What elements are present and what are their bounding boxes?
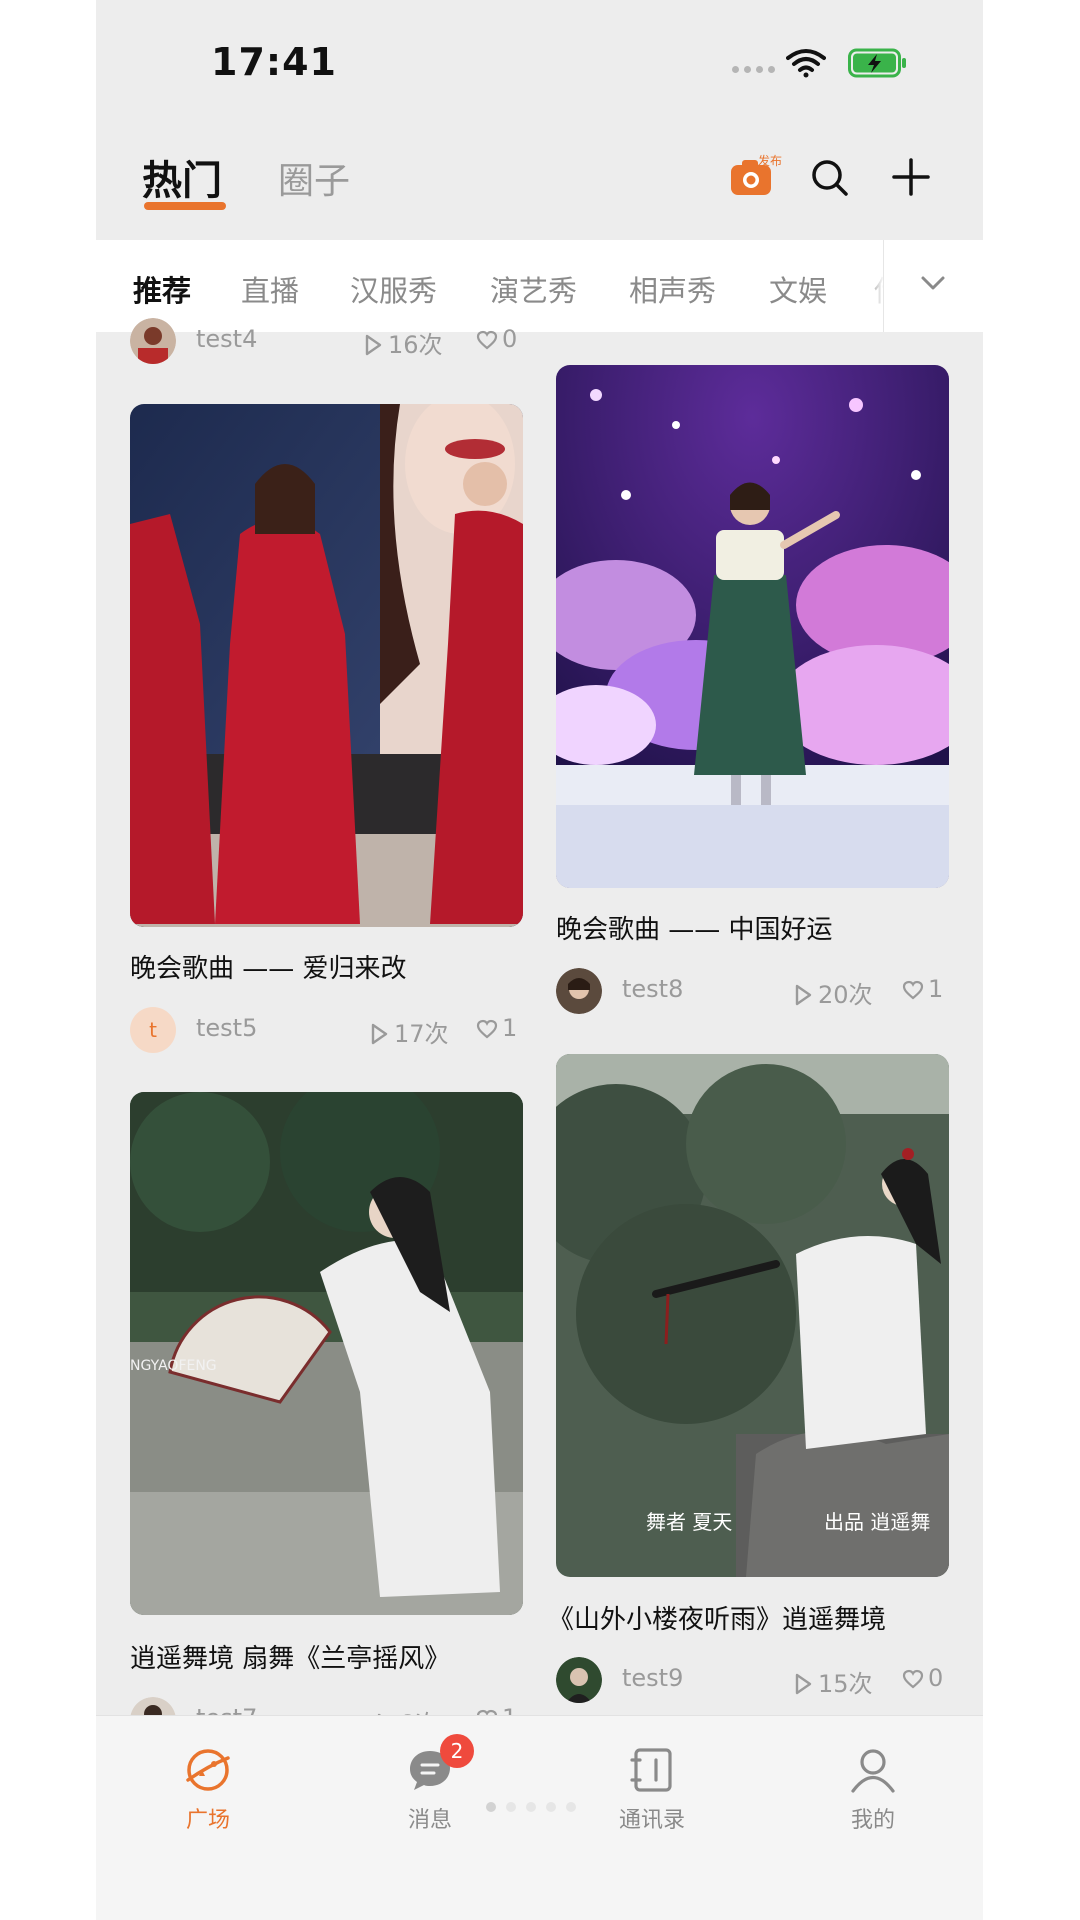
- play-icon: [795, 984, 812, 1006]
- play-count: 16次: [364, 325, 443, 360]
- publish-label: 发布: [758, 154, 783, 168]
- card-meta: t test5 17次 1: [130, 1007, 523, 1053]
- video-thumbnail-image: [130, 404, 523, 927]
- tab-messages[interactable]: 2 消息: [360, 1734, 500, 1834]
- video-thumbnail[interactable]: NGYAOFENG: [130, 1092, 523, 1615]
- video-thumbnail-image: 舞者 夏天 出品 逍遥舞: [556, 1054, 949, 1577]
- tab-square[interactable]: 广场: [138, 1746, 278, 1834]
- tab-contacts-label: 通讯录: [618, 1808, 685, 1833]
- tab-hot-indicator: [144, 202, 226, 210]
- tab-me[interactable]: 我的: [803, 1746, 943, 1834]
- planet-icon: [186, 1749, 230, 1791]
- username[interactable]: test8: [622, 975, 683, 1003]
- message-badge: 2: [440, 1734, 474, 1768]
- tab-hot[interactable]: 热门: [142, 148, 222, 206]
- status-time: 17:41: [211, 40, 337, 84]
- play-count: 15次: [794, 1664, 873, 1699]
- bottom-tab-bar: 广场 2 消息 通讯录 我的: [96, 1715, 983, 1920]
- avatar[interactable]: [556, 1657, 602, 1703]
- play-icon: [795, 1673, 812, 1695]
- heart-icon: [902, 1669, 924, 1689]
- like-count-value: 1: [928, 975, 944, 1003]
- category-recommend[interactable]: 推荐: [133, 268, 191, 310]
- page-indicator: [486, 1802, 576, 1812]
- video-title[interactable]: 《山外小楼夜听雨》逍遥舞境: [548, 1599, 886, 1636]
- video-title[interactable]: 晚会歌曲 —— 爱归来改: [130, 948, 407, 985]
- avatar[interactable]: t: [130, 1007, 176, 1053]
- video-thumbnail-image: NGYAOFENG: [130, 1092, 523, 1615]
- play-count-value: 20次: [818, 981, 873, 1009]
- play-count-value: 16次: [388, 331, 443, 359]
- play-count-value: 15次: [818, 1670, 873, 1698]
- category-entertainment[interactable]: 文娱: [769, 268, 827, 310]
- tab-me-label: 我的: [850, 1808, 895, 1833]
- like-count[interactable]: 1: [476, 1014, 517, 1042]
- watermark-right: 出品 逍遥舞: [824, 1510, 930, 1534]
- card-meta: test9 15次 0: [556, 1657, 949, 1703]
- play-count: 17次: [370, 1014, 449, 1049]
- top-header: 热门 圈子 发布: [96, 120, 983, 240]
- video-thumbnail[interactable]: [130, 404, 523, 927]
- video-thumbnail[interactable]: [556, 365, 949, 888]
- chevron-down-icon: [921, 276, 945, 290]
- heart-icon: [902, 980, 924, 1000]
- status-bar: 17:41: [96, 0, 983, 120]
- video-title[interactable]: 逍遥舞境 扇舞《兰亭摇风》: [130, 1638, 450, 1675]
- svg-text:NGYAOFENG: NGYAOFENG: [130, 1358, 217, 1374]
- video-thumbnail-image: [556, 365, 949, 888]
- username[interactable]: test5: [196, 1014, 257, 1042]
- contacts-icon: [630, 1748, 672, 1792]
- app-screen: 17:41 热门 圈子 发布 推荐 直播 汉服秀 演艺秀 相声秀 文娱 test…: [96, 0, 983, 1920]
- card-meta: test4 16次 0: [130, 318, 523, 364]
- heart-icon: [476, 330, 498, 350]
- tab-contacts[interactable]: 通讯录: [582, 1746, 722, 1834]
- category-fade: [866, 240, 884, 332]
- wifi-icon: [786, 49, 826, 78]
- card-meta: test8 20次 1: [556, 968, 949, 1014]
- tab-square-label: 广场: [185, 1808, 230, 1833]
- cellular-signal-icon: [732, 66, 775, 73]
- tab-messages-label: 消息: [407, 1808, 452, 1833]
- play-icon: [371, 1023, 388, 1045]
- like-count-value: 0: [502, 325, 518, 353]
- play-count: 20次: [794, 975, 873, 1010]
- search-icon[interactable]: [809, 157, 849, 197]
- video-thumbnail[interactable]: 舞者 夏天 出品 逍遥舞: [556, 1054, 949, 1577]
- avatar[interactable]: [556, 968, 602, 1014]
- add-icon[interactable]: [891, 157, 931, 197]
- category-hanfu[interactable]: 汉服秀: [350, 268, 437, 310]
- like-count-value: 0: [928, 1664, 944, 1692]
- username[interactable]: test4: [196, 325, 257, 353]
- like-count[interactable]: 0: [902, 1664, 943, 1692]
- username[interactable]: test9: [622, 1664, 683, 1692]
- video-title[interactable]: 晚会歌曲 —— 中国好运: [556, 909, 833, 946]
- heart-icon: [476, 1019, 498, 1039]
- category-crosstalk[interactable]: 相声秀: [629, 268, 716, 310]
- play-count-value: 17次: [394, 1020, 449, 1048]
- category-performance[interactable]: 演艺秀: [490, 268, 577, 310]
- battery-icon: [848, 48, 906, 78]
- like-count[interactable]: 0: [476, 325, 517, 353]
- like-count[interactable]: 1: [902, 975, 943, 1003]
- avatar[interactable]: [130, 318, 176, 364]
- category-expand-button[interactable]: [883, 240, 983, 332]
- play-icon: [365, 334, 382, 356]
- tab-circle[interactable]: 圈子: [278, 152, 350, 204]
- person-icon: [851, 1749, 895, 1793]
- watermark-left: 舞者 夏天: [646, 1510, 732, 1534]
- like-count-value: 1: [502, 1014, 518, 1042]
- category-live[interactable]: 直播: [241, 268, 299, 310]
